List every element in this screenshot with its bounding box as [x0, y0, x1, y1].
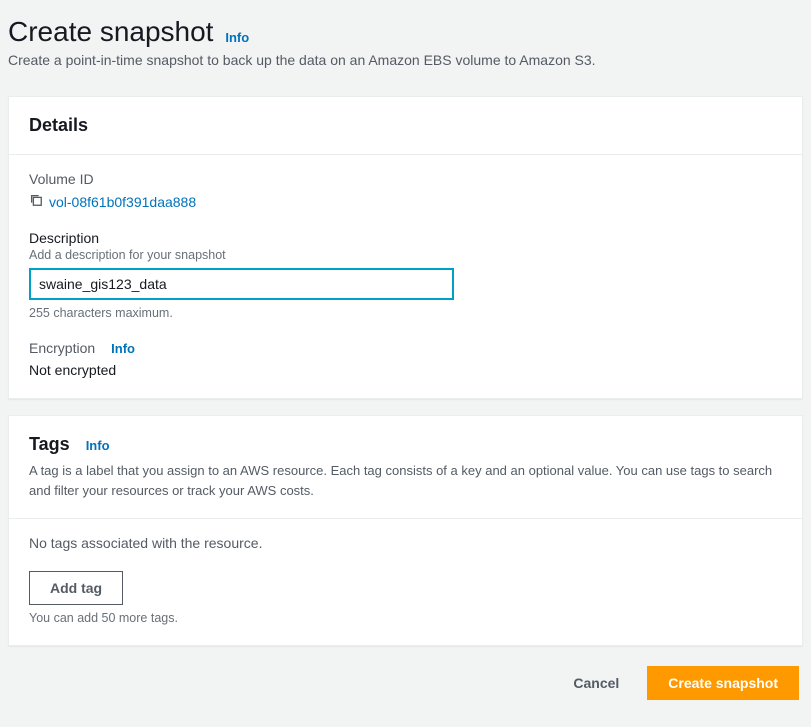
description-help: 255 characters maximum.	[29, 306, 782, 320]
tags-panel-desc: A tag is a label that you assign to an A…	[29, 461, 782, 500]
create-snapshot-button[interactable]: Create snapshot	[647, 666, 799, 700]
details-panel: Details Volume ID vol-08f61b0f391daa888 …	[8, 96, 803, 399]
cancel-button[interactable]: Cancel	[561, 667, 631, 699]
volume-id-label: Volume ID	[29, 171, 782, 187]
encryption-info-link[interactable]: Info	[111, 341, 135, 356]
tags-info-link[interactable]: Info	[86, 438, 110, 453]
add-tag-button[interactable]: Add tag	[29, 571, 123, 605]
description-hint: Add a description for your snapshot	[29, 248, 782, 262]
details-panel-title: Details	[29, 115, 88, 136]
description-field: Description Add a description for your s…	[29, 230, 782, 320]
encryption-label: Encryption	[29, 340, 95, 356]
description-label: Description	[29, 230, 782, 246]
tags-panel-header: Tags Info A tag is a label that you assi…	[9, 416, 802, 519]
tags-empty-text: No tags associated with the resource.	[29, 535, 782, 551]
tags-panel-title: Tags	[29, 434, 70, 455]
footer-actions: Cancel Create snapshot	[8, 666, 803, 700]
page-title: Create snapshot	[8, 16, 213, 48]
page-subtitle: Create a point-in-time snapshot to back …	[8, 52, 803, 68]
tags-limit-help: You can add 50 more tags.	[29, 611, 782, 625]
tags-panel: Tags Info A tag is a label that you assi…	[8, 415, 803, 646]
tags-panel-body: No tags associated with the resource. Ad…	[9, 519, 802, 645]
details-panel-body: Volume ID vol-08f61b0f391daa888 Descript…	[9, 155, 802, 398]
page-header: Create snapshot Info Create a point-in-t…	[8, 8, 803, 80]
volume-id-field: Volume ID vol-08f61b0f391daa888	[29, 171, 782, 210]
page-info-link[interactable]: Info	[225, 30, 249, 45]
encryption-value: Not encrypted	[29, 362, 782, 378]
volume-id-link[interactable]: vol-08f61b0f391daa888	[49, 194, 196, 210]
encryption-field: Encryption Info Not encrypted	[29, 340, 782, 378]
description-input[interactable]	[29, 268, 454, 300]
details-panel-header: Details	[9, 97, 802, 155]
copy-icon[interactable]	[29, 193, 43, 210]
